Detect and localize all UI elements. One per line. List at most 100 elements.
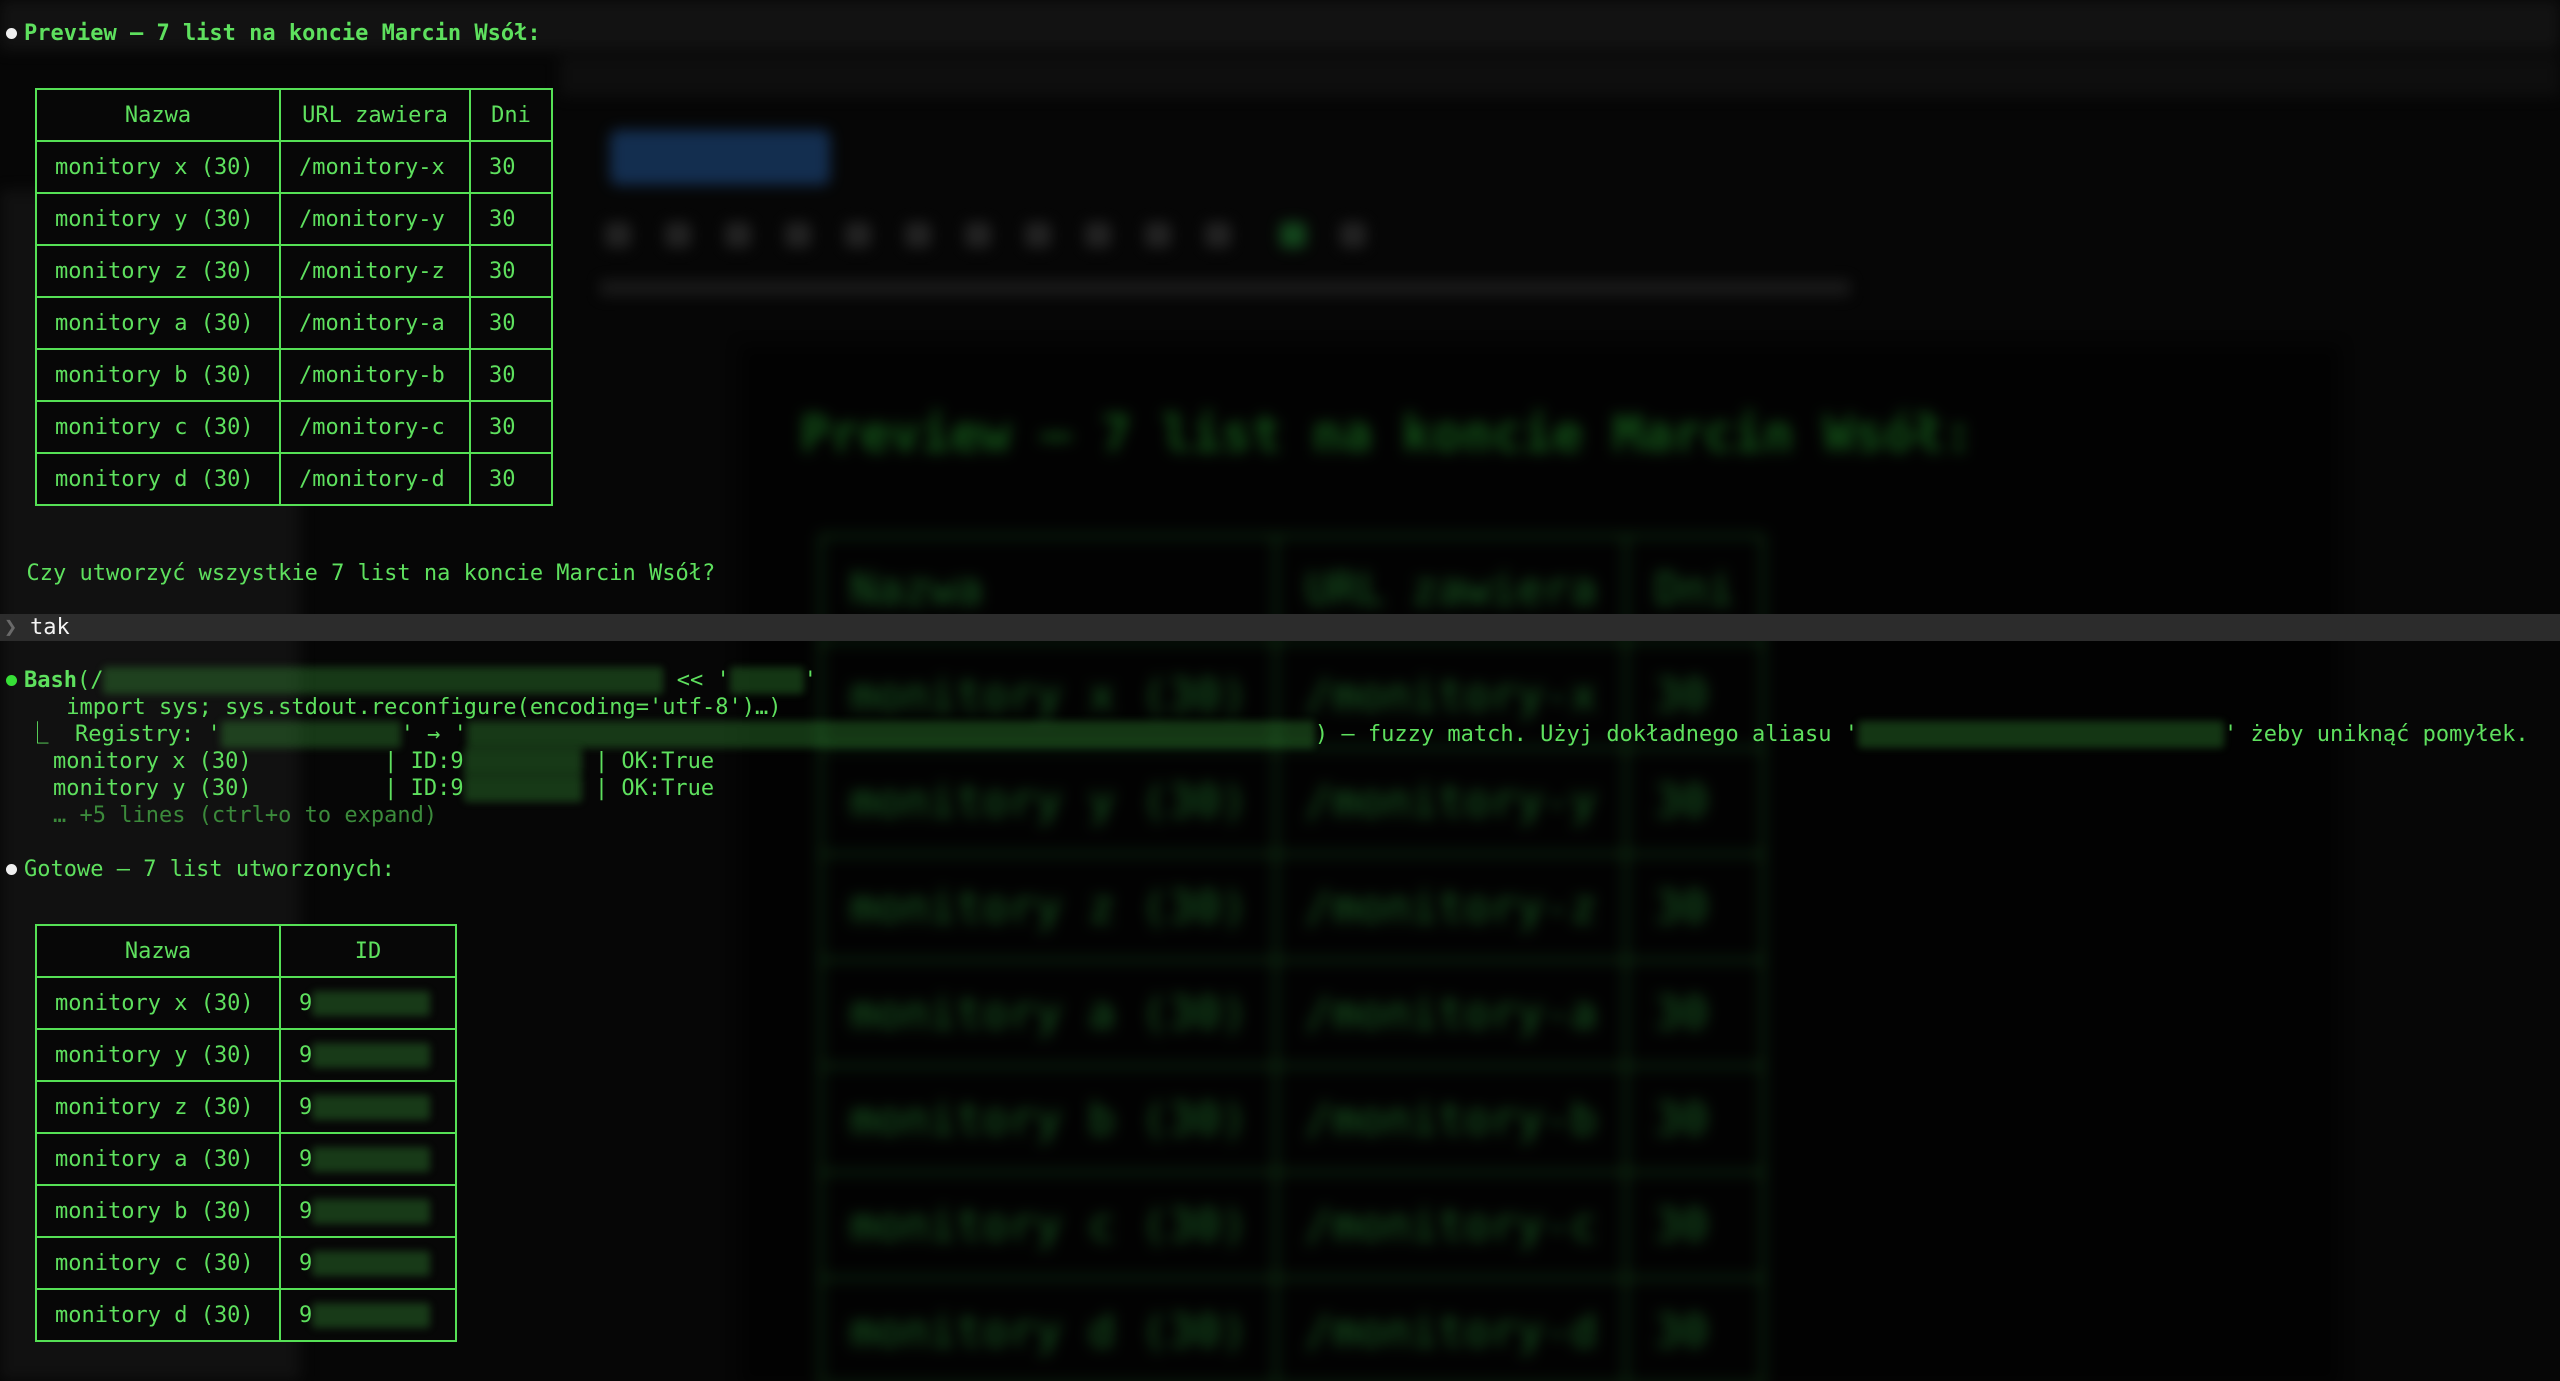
bg-tool-icon xyxy=(785,222,811,248)
id-prefix: 9 xyxy=(299,1094,313,1120)
bg-cell-days: 30 xyxy=(1624,747,1765,855)
bg-text-line xyxy=(600,280,1850,296)
cell-name: monitory d (30) xyxy=(35,1288,281,1342)
redacted-registry-key xyxy=(220,721,401,748)
bg-tool-icon xyxy=(725,222,751,248)
bg-cell-days: 30 xyxy=(1624,1065,1765,1173)
cell-url: /monitory-z xyxy=(279,244,471,298)
bg-tool-icon xyxy=(1145,222,1171,248)
bg-tool-icon xyxy=(965,222,991,248)
table-row: monitory a (30) 9 xyxy=(35,1132,457,1186)
confirmation-question-line: Czy utworzyć wszystkie 7 list na koncie … xyxy=(0,560,716,587)
table-row: monitory x (30)/monitory-x 30 xyxy=(35,140,553,194)
cell-days: 30 xyxy=(469,296,553,350)
screenshot: Preview — 7 list na koncie Marcin Wsół: … xyxy=(0,0,2560,1381)
bash-paren-open: (/ xyxy=(76,668,104,693)
column-header-id: ID xyxy=(279,924,457,978)
redacted-id xyxy=(312,1094,431,1120)
cell-days: 30 xyxy=(469,452,553,506)
user-input-row[interactable]: ❯ tak xyxy=(0,614,2560,641)
bg-cell-days: 30 xyxy=(1624,959,1765,1067)
result-id-prefix: | ID:9 xyxy=(384,749,464,774)
bash-fuzzy-tail: ' żeby uniknąć pomyłek. xyxy=(2223,722,2529,747)
cell-name: monitory z (30) xyxy=(35,1080,281,1134)
cell-days: 30 xyxy=(469,244,553,298)
bg-tool-icon xyxy=(1280,222,1306,248)
bg-cell-url: /monitory-d xyxy=(1275,1277,1627,1381)
bg-panel-title: Preview — 7 list na koncie Marcin Wsół: xyxy=(800,405,1974,463)
bg-cell-url: /monitory-y xyxy=(1275,747,1627,855)
cell-name: monitory d (30) xyxy=(35,452,281,506)
bg-tool-icon xyxy=(665,222,691,248)
cell-url: /monitory-a xyxy=(279,296,471,350)
table-row: monitory d (30)/monitory-d 30 xyxy=(35,452,553,506)
bg-cell-url: /monitory-z xyxy=(1275,853,1627,961)
id-prefix: 9 xyxy=(299,1198,313,1224)
cell-id: 9 xyxy=(279,1028,457,1082)
cell-id: 9 xyxy=(279,976,457,1030)
result-ok: | OK:True xyxy=(594,749,715,774)
cell-name: monitory x (30) xyxy=(35,976,281,1030)
cell-name: monitory x (30) xyxy=(35,140,281,194)
redacted-registry-value xyxy=(466,721,1315,748)
expand-hint-line[interactable]: … +5 lines (ctrl+o to expand) xyxy=(0,802,437,829)
bg-tool-icon xyxy=(605,222,631,248)
redacted-id xyxy=(312,1250,431,1276)
bash-registry-arrow: ' → ' xyxy=(400,722,467,747)
bash-command-line: Bash(/ << ' ' xyxy=(0,667,817,694)
cell-days: 30 xyxy=(469,140,553,194)
result-name: monitory x (30) xyxy=(52,749,252,774)
redacted-id xyxy=(312,1146,431,1172)
cell-name: monitory b (30) xyxy=(35,348,281,402)
bg-cell-name: monitory d (30) xyxy=(819,1277,1278,1381)
bg-primary-button xyxy=(610,130,830,185)
cell-id: 9 xyxy=(279,1080,457,1134)
redacted-heredoc-tag xyxy=(729,667,804,694)
bg-cell-name: monitory y (30) xyxy=(819,747,1278,855)
id-prefix: 9 xyxy=(299,990,313,1016)
redacted-path xyxy=(103,667,664,694)
result-name: monitory y (30) xyxy=(52,776,252,801)
preview-table: Nazwa URL zawiera Dni monitory x (30)/mo… xyxy=(35,88,553,506)
bg-tool-icon xyxy=(1340,222,1366,248)
bash-result-line: monitory y (30) | ID:9 | OK:True xyxy=(0,775,714,802)
chevron-right-icon: ❯ xyxy=(4,615,18,640)
cell-id: 9 xyxy=(279,1184,457,1238)
table-row: monitory c (30)/monitory-c 30 xyxy=(35,400,553,454)
redacted-id xyxy=(312,1302,431,1328)
bash-registry-line: ⎿ Registry: ' ' → ' ) — fuzzy match. Uży… xyxy=(0,721,2529,748)
redacted-id xyxy=(463,775,582,802)
bg-table-row: monitory b (30)/monitory-b 30 xyxy=(819,1065,1765,1173)
bg-table-row: monitory y (30)/monitory-y 30 xyxy=(819,747,1765,855)
bg-terminal-panel: Preview — 7 list na koncie Marcin Wsół: … xyxy=(740,345,2340,1381)
bg-cell-days: 30 xyxy=(1624,1171,1765,1279)
cell-name: monitory c (30) xyxy=(35,400,281,454)
redacted-alias xyxy=(1857,721,2224,748)
redacted-id xyxy=(312,1198,431,1224)
id-prefix: 9 xyxy=(299,1302,313,1328)
table-row: monitory z (30)/monitory-z 30 xyxy=(35,244,553,298)
done-heading: Gotowe — 7 list utworzonych: xyxy=(24,857,395,882)
cell-id: 9 xyxy=(279,1288,457,1342)
table-row: monitory y (30) 9 xyxy=(35,1028,457,1082)
bg-cell-url: /monitory-a xyxy=(1275,959,1627,1067)
cell-url: /monitory-b xyxy=(279,348,471,402)
table-row: monitory d (30) 9 xyxy=(35,1288,457,1342)
cell-name: monitory y (30) xyxy=(35,1028,281,1082)
bg-table-row: monitory c (30)/monitory-c 30 xyxy=(819,1171,1765,1279)
cell-id: 9 xyxy=(279,1236,457,1290)
cell-url: /monitory-d xyxy=(279,452,471,506)
bg-tool-icon xyxy=(1025,222,1051,248)
bg-address-bar xyxy=(560,56,2560,96)
cell-name: monitory z (30) xyxy=(35,244,281,298)
bash-heredoc: << ' xyxy=(663,668,730,693)
bg-tool-icon xyxy=(905,222,931,248)
cell-name: monitory a (30) xyxy=(35,1132,281,1186)
bg-cell-name: monitory c (30) xyxy=(819,1171,1278,1279)
bg-table-row: monitory z (30)/monitory-z 30 xyxy=(819,853,1765,961)
bash-tool-label: Bash xyxy=(24,668,77,693)
cell-name: monitory c (30) xyxy=(35,1236,281,1290)
bg-tool-icon xyxy=(1085,222,1111,248)
result-id-prefix: | ID:9 xyxy=(384,776,464,801)
bash-registry-prefix: ⎿ Registry: ' xyxy=(26,722,221,747)
